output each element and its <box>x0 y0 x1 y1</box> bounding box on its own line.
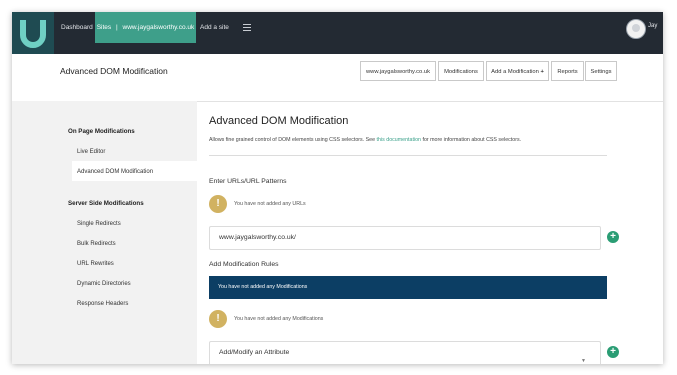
url-value: www.jaygalsworthy.co.uk/ <box>219 234 296 241</box>
page-header: Advanced DOM Modification www.jaygalswor… <box>12 54 663 102</box>
chevron-down-icon: ▼ <box>581 358 586 364</box>
sidebar-item-url-rewrites[interactable]: URL Rewrites <box>77 261 114 267</box>
add-modification-label: Add a Modification <box>491 69 539 75</box>
modifications-button[interactable]: Modifications <box>438 61 484 81</box>
nav-sites-label: Sites <box>96 24 112 31</box>
exclamation-icon: ! <box>209 310 227 328</box>
app-window: Dashboard Sites | www.jaygalsworthy.co.u… <box>12 12 663 364</box>
no-modifications-message: You have not added any Modifications <box>234 316 324 322</box>
no-modifications-banner: You have not added any Modifications <box>209 276 607 299</box>
nav-sites-dropdown[interactable]: Sites | www.jaygalsworthy.co.uk ▼ <box>95 12 196 61</box>
sidebar-item-advanced-dom[interactable]: Advanced DOM Modification <box>77 169 153 175</box>
url-input[interactable]: www.jaygalsworthy.co.uk/ <box>209 226 601 250</box>
sidebar: On Page Modifications Live Editor Advanc… <box>12 101 197 364</box>
top-nav: Dashboard Sites | www.jaygalsworthy.co.u… <box>12 12 663 61</box>
hamburger-icon[interactable] <box>243 24 251 33</box>
rule-type-select[interactable]: Add/Modify an Attribute ▼ <box>209 341 601 364</box>
sidebar-heading-server-side: Server Side Modifications <box>68 200 144 207</box>
nav-separator: | <box>115 24 118 31</box>
documentation-link[interactable]: this documentation <box>377 137 421 143</box>
app-logo[interactable] <box>12 12 54 54</box>
exclamation-icon: ! <box>209 195 227 213</box>
no-modifications-banner-text: You have not added any Modifications <box>218 284 308 290</box>
avatar[interactable] <box>626 19 646 39</box>
sidebar-item-dynamic-directories[interactable]: Dynamic Directories <box>77 281 131 287</box>
add-url-plus-icon[interactable]: + <box>607 231 619 243</box>
sidebar-item-bulk-redirects[interactable]: Bulk Redirects <box>77 241 116 247</box>
nav-site-name: www.jaygalsworthy.co.uk <box>122 24 195 31</box>
add-rule-plus-icon[interactable]: + <box>607 346 619 358</box>
sidebar-item-response-headers[interactable]: Response Headers <box>77 301 128 307</box>
nav-dashboard[interactable]: Dashboard <box>61 12 93 43</box>
sidebar-heading-on-page: On Page Modifications <box>68 128 135 135</box>
rules-heading: Add Modification Rules <box>209 261 279 268</box>
description-text: Allows fine grained control of DOM eleme… <box>209 137 377 143</box>
user-name[interactable]: Jay <box>648 23 657 29</box>
sidebar-item-single-redirects[interactable]: Single Redirects <box>77 221 121 227</box>
settings-button[interactable]: Settings <box>585 61 617 81</box>
urls-heading: Enter URLs/URL Patterns <box>209 178 287 185</box>
plus-icon: + <box>540 69 544 75</box>
no-urls-message: You have not added any URLs <box>234 201 306 207</box>
site-button[interactable]: www.jaygalsworthy.co.uk <box>360 61 436 81</box>
rule-type-value: Add/Modify an Attribute <box>219 349 290 356</box>
reports-button[interactable]: Reports <box>551 61 584 81</box>
nav-add-site[interactable]: Add a site <box>200 12 229 43</box>
add-modification-button[interactable]: Add a Modification + <box>486 61 549 81</box>
description-text-end: for more information about CSS selectors… <box>421 137 522 143</box>
description: Allows fine grained control of DOM eleme… <box>209 137 521 143</box>
page-title: Advanced DOM Modification <box>60 66 168 76</box>
sidebar-item-live-editor[interactable]: Live Editor <box>77 149 105 155</box>
divider <box>209 155 607 156</box>
u-logo-icon <box>20 20 46 48</box>
main-title: Advanced DOM Modification <box>209 115 349 127</box>
main-content: Advanced DOM Modification Allows fine gr… <box>197 101 663 364</box>
